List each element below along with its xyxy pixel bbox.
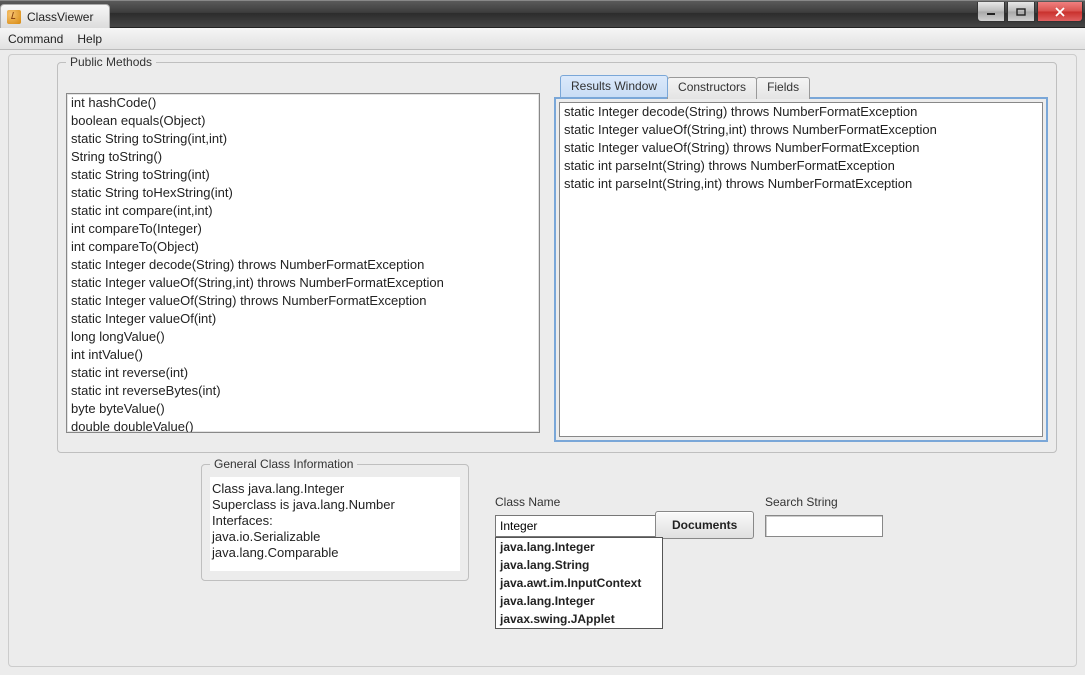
gci-line: Superclass is java.lang.Number [212,497,458,513]
window-maximize-button[interactable] [1007,2,1035,22]
gci-text: Class java.lang.Integer Superclass is ja… [210,477,460,571]
list-item[interactable]: static Integer valueOf(int) [67,310,539,328]
general-class-info-panel: General Class Information Class java.lan… [201,457,469,581]
tab-strip: Results Window Constructors Fields [560,75,809,97]
class-name-dropdown-list[interactable]: java.lang.Integerjava.lang.Stringjava.aw… [495,537,663,629]
list-item[interactable]: static String toString(int) [67,166,539,184]
window-close-button[interactable] [1037,2,1083,22]
window-titlebar: ClassViewer [0,0,1085,28]
dropdown-option[interactable]: java.lang.String [496,556,662,574]
public-methods-list[interactable]: int hashCode()boolean equals(Object)stat… [66,93,540,433]
class-name-label: Class Name [495,495,675,509]
class-name-combobox[interactable]: java.lang.Integerjava.lang.Stringjava.aw… [495,515,663,537]
search-string-input[interactable] [765,515,883,537]
list-item[interactable]: long longValue() [67,328,539,346]
tab-constructors[interactable]: Constructors [667,77,757,99]
list-item[interactable]: int compareTo(Integer) [67,220,539,238]
gci-line: Class java.lang.Integer [212,481,458,497]
list-item[interactable]: static int parseInt(String,int) throws N… [560,175,1042,193]
list-item[interactable]: static Integer valueOf(String,int) throw… [560,121,1042,139]
dropdown-option[interactable]: java.awt.im.InputContext [496,574,662,592]
menubar: Command Help [0,28,1085,50]
tab-results-window[interactable]: Results Window [560,75,668,97]
search-string-label: Search String [765,495,945,509]
list-item[interactable]: static int compare(int,int) [67,202,539,220]
results-window-list[interactable]: static Integer decode(String) throws Num… [559,102,1043,437]
list-item[interactable]: static Integer valueOf(String,int) throw… [67,274,539,292]
list-item[interactable]: static Integer valueOf(String) throws Nu… [560,139,1042,157]
dropdown-option[interactable]: java.lang.Integer [496,538,662,556]
gci-line: Interfaces: [212,513,458,529]
main-panel: Public Methods int hashCode()boolean equ… [8,54,1077,667]
list-item[interactable]: static Integer decode(String) throws Num… [67,256,539,274]
list-item[interactable]: byte byteValue() [67,400,539,418]
tab-fields[interactable]: Fields [756,77,810,99]
class-name-input[interactable] [496,516,659,536]
documents-button[interactable]: Documents [655,511,754,539]
list-item[interactable]: static Integer valueOf(String) throws Nu… [67,292,539,310]
list-item[interactable]: boolean equals(Object) [67,112,539,130]
menu-help[interactable]: Help [77,32,102,46]
list-item[interactable]: int compareTo(Object) [67,238,539,256]
list-item[interactable]: static int reverseBytes(int) [67,382,539,400]
list-item[interactable]: static Integer decode(String) throws Num… [560,103,1042,121]
list-item[interactable]: String toString() [67,148,539,166]
list-item[interactable]: static int parseInt(String) throws Numbe… [560,157,1042,175]
dropdown-option[interactable]: java.lang.Integer [496,592,662,610]
list-item[interactable]: static int reverse(int) [67,364,539,382]
window-minimize-button[interactable] [977,2,1005,22]
public-methods-legend: Public Methods [66,55,156,69]
public-methods-panel: Public Methods int hashCode()boolean equ… [57,55,1057,453]
dropdown-option[interactable]: javax.swing.JApplet [496,610,662,628]
list-item[interactable]: int hashCode() [67,94,539,112]
list-item[interactable]: static String toString(int,int) [67,130,539,148]
window-title: ClassViewer [27,10,93,24]
gci-legend: General Class Information [210,457,357,471]
list-item[interactable]: double doubleValue() [67,418,539,433]
gci-line: java.lang.Comparable [212,545,458,561]
list-item[interactable]: static String toHexString(int) [67,184,539,202]
gci-line: java.io.Serializable [212,529,458,545]
menu-command[interactable]: Command [8,32,63,46]
app-icon [7,10,21,24]
list-item[interactable]: int intValue() [67,346,539,364]
